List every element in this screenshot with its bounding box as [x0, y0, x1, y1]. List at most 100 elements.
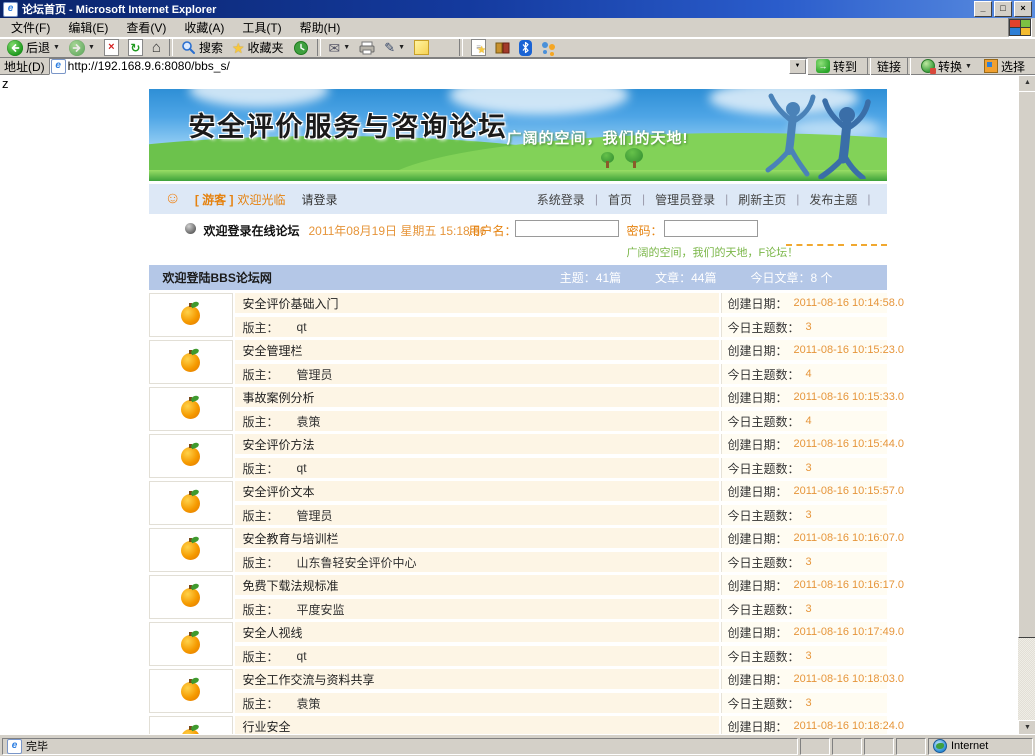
- forum-title-link[interactable]: 行业安全: [243, 718, 291, 735]
- nav-link[interactable]: 管理员登录: [645, 191, 725, 208]
- convert-button[interactable]: 转换 ▼: [917, 58, 976, 75]
- forum-icon-cell: [149, 340, 233, 384]
- forum-title-link[interactable]: 安全评价基础入门: [243, 295, 339, 312]
- forum-row: 免费下载法规标准 版主： 平度安监 创建日期： 2011-08-16 10:16…: [149, 575, 887, 619]
- scrollbar-thumb[interactable]: [1018, 91, 1035, 638]
- edit-button[interactable]: ✎ ▼: [381, 39, 408, 57]
- favorites-button[interactable]: ★ 收藏夹: [229, 39, 287, 57]
- address-field: e ▼: [49, 58, 808, 75]
- forum-icon-cell: [149, 622, 233, 666]
- nav-link[interactable]: 首页: [598, 191, 642, 208]
- menu-item[interactable]: 编辑(E): [59, 17, 117, 38]
- login-prompt-link[interactable]: 请登录: [302, 191, 338, 208]
- created-label: 创建日期：: [728, 342, 788, 359]
- edit-dropdown-icon[interactable]: ▼: [398, 44, 405, 51]
- forum-title-link[interactable]: 安全工作交流与资料共享: [243, 671, 375, 688]
- forum-info-cell: 免费下载法规标准 版主： 平度安监: [235, 575, 719, 619]
- welcome-label: 欢迎光临: [238, 191, 286, 208]
- today-topics-label: 今日主题数：: [728, 601, 800, 618]
- forum-row: 安全评价基础入门 版主： qt 创建日期： 2011-08-16 10:14:5…: [149, 293, 887, 337]
- menu-item[interactable]: 帮助(H): [291, 17, 350, 38]
- forum-banner: 安全评价服务与咨询论坛 广阔的空间，我们的天地!: [149, 89, 887, 181]
- search-button[interactable]: 搜索: [178, 39, 226, 57]
- forum-list: 安全评价基础入门 版主： qt 创建日期： 2011-08-16 10:14:5…: [149, 293, 887, 738]
- moderator-label: 版主：: [243, 366, 279, 383]
- messenger-star-button[interactable]: ≡★: [468, 39, 489, 57]
- forward-button[interactable]: ▼: [66, 39, 98, 57]
- address-dropdown-icon[interactable]: ▼: [789, 59, 806, 74]
- dashed-link[interactable]: [851, 242, 887, 246]
- research-icon: [495, 40, 510, 55]
- back-dropdown-icon[interactable]: ▼: [53, 44, 60, 51]
- select-button[interactable]: 选择: [980, 58, 1029, 75]
- vertical-scrollbar[interactable]: ▲ ▼: [1018, 75, 1035, 738]
- nav-link[interactable]: 刷新主页: [728, 191, 796, 208]
- mail-button[interactable]: ✉ ▼: [326, 39, 354, 57]
- dashed-link[interactable]: [786, 242, 844, 246]
- research-button[interactable]: [492, 39, 513, 57]
- print-button[interactable]: [356, 39, 378, 57]
- jumping-people-icon: [735, 91, 885, 179]
- address-input[interactable]: [66, 60, 789, 73]
- today-topics-label: 今日主题数：: [728, 554, 800, 571]
- created-label: 创建日期：: [728, 671, 788, 688]
- username-input[interactable]: [515, 220, 619, 237]
- back-button[interactable]: 后退 ▼: [4, 39, 63, 57]
- history-button[interactable]: [290, 39, 312, 57]
- convert-dropdown-icon[interactable]: ▼: [965, 63, 972, 70]
- nav-link[interactable]: 发布主题: [799, 191, 867, 208]
- menu-item[interactable]: 文件(F): [2, 17, 59, 38]
- forum-meta-cell: 创建日期： 2011-08-16 10:18:03.0 今日主题数： 3: [721, 669, 887, 713]
- status-pane: [800, 738, 830, 755]
- mail-dropdown-icon[interactable]: ▼: [343, 44, 350, 51]
- forum-title-link[interactable]: 事故案例分析: [243, 389, 315, 406]
- forward-dropdown-icon[interactable]: ▼: [88, 44, 95, 51]
- today-topics-label: 今日主题数：: [728, 413, 800, 430]
- go-button[interactable]: → 转到: [812, 58, 861, 75]
- forum-title-link[interactable]: 安全评价方法: [243, 436, 315, 453]
- forum-icon-cell: [149, 528, 233, 572]
- login-welcome-text: 欢迎登录在线论坛: [204, 222, 300, 239]
- favorites-star-icon: ★: [232, 40, 245, 56]
- created-value: 2011-08-16 10:15:23.0: [794, 344, 905, 356]
- messenger-button[interactable]: [538, 39, 560, 57]
- links-label[interactable]: 链接: [877, 58, 901, 75]
- refresh-button[interactable]: ↻: [125, 39, 146, 57]
- password-input[interactable]: [664, 220, 758, 237]
- close-button[interactable]: ×: [1014, 1, 1032, 17]
- forum-info-cell: 安全评价基础入门 版主： qt: [235, 293, 719, 337]
- nav-link-item: 发布主题 |: [799, 191, 870, 208]
- forum-title-link[interactable]: 安全人视线: [243, 624, 303, 641]
- menu-item[interactable]: 工具(T): [233, 17, 290, 38]
- slogan-text: 广阔的空间，我们的天地，F论坛！: [627, 244, 799, 260]
- window-title: 论坛首页 - Microsoft Internet Explorer: [22, 1, 972, 17]
- menu-item[interactable]: 收藏(A): [175, 17, 233, 38]
- maximize-button[interactable]: □: [994, 1, 1012, 17]
- menu-item[interactable]: 查看(V): [117, 17, 175, 38]
- forum-info-cell: 安全工作交流与资料共享 版主： 袁策: [235, 669, 719, 713]
- forum-title-link[interactable]: 免费下载法规标准: [243, 577, 339, 594]
- login-row: 欢迎登录在线论坛 2011年08月19日 星期五 15:18:56 用户名： 密…: [149, 214, 887, 263]
- minimize-button[interactable]: _: [974, 1, 992, 17]
- forum-title-link[interactable]: 安全评价文本: [243, 483, 315, 500]
- created-value: 2011-08-16 10:15:44.0: [794, 438, 905, 450]
- today-topics-value: 3: [806, 697, 812, 709]
- home-button[interactable]: ⌂: [149, 39, 164, 57]
- today-topics-value: 3: [806, 509, 812, 521]
- moderator-name: 袁策: [297, 695, 321, 712]
- forum-title-link[interactable]: 安全教育与培训栏: [243, 530, 339, 547]
- stop-button[interactable]: ×: [101, 39, 122, 57]
- favorites-label: 收藏夹: [248, 39, 284, 56]
- moderator-label: 版主：: [243, 319, 279, 336]
- discuss-button[interactable]: [411, 39, 432, 57]
- nav-link[interactable]: 系统登录: [527, 191, 595, 208]
- moderator-name: qt: [297, 649, 307, 663]
- page-viewport: z: [0, 75, 1035, 738]
- today-topics-value: 4: [806, 368, 812, 380]
- forum-meta-cell: 创建日期： 2011-08-16 10:15:57.0 今日主题数： 3: [721, 481, 887, 525]
- bluetooth-button[interactable]: [516, 39, 535, 57]
- forum-title-link[interactable]: 安全管理栏: [243, 342, 303, 359]
- nav-link-item: 系统登录 |: [527, 191, 598, 208]
- smiley-icon: ☺: [165, 191, 181, 207]
- home-icon: ⌂: [152, 40, 161, 56]
